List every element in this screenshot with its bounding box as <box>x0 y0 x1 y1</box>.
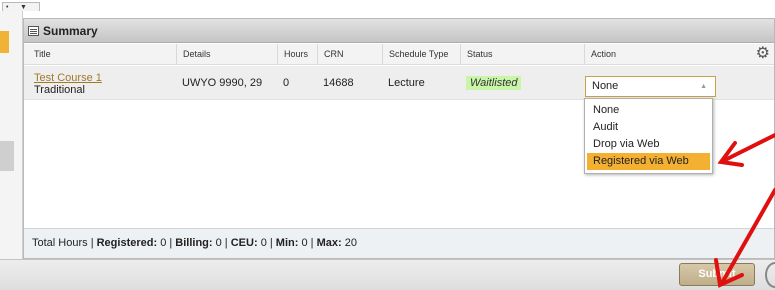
total-hours-label: Total Hours | <box>32 237 97 249</box>
chevron-up-icon: ▲ <box>700 83 707 90</box>
separator: | <box>266 237 276 249</box>
column-header-schedule-type[interactable]: Schedule Type <box>382 44 460 65</box>
action-select-value: None <box>592 80 619 92</box>
cell-details: UWYO 9990, 29 <box>182 77 263 89</box>
min-label: Min: <box>275 237 302 249</box>
bullet-icon: • <box>6 4 9 11</box>
ceu-label: CEU: <box>230 237 261 249</box>
total-hours-bar: Total Hours | Registered: 0 | Billing: 0… <box>24 228 774 258</box>
panel-header: Summary <box>24 19 774 43</box>
caret-down-icon[interactable]: ▼ <box>20 4 27 11</box>
gear-icon[interactable]: ⚙ <box>756 46 770 62</box>
column-header-action[interactable]: Action <box>584 44 734 65</box>
option-drop-via-web[interactable]: Drop via Web <box>585 136 712 153</box>
column-header-details[interactable]: Details <box>176 44 278 65</box>
option-registered-via-web[interactable]: Registered via Web <box>587 153 710 170</box>
panel-title: Summary <box>43 23 98 38</box>
column-header-status[interactable]: Status <box>460 44 584 65</box>
cell-hours: 0 <box>283 77 290 89</box>
submit-button[interactable]: Submit <box>679 263 755 286</box>
bottom-action-bar <box>0 259 775 290</box>
left-sidebar <box>0 11 23 261</box>
column-header-title[interactable]: Title <box>28 44 178 65</box>
mini-tab[interactable]: • ▼ <box>2 2 40 11</box>
column-header-crn[interactable]: CRN <box>317 44 382 65</box>
option-audit[interactable]: Audit <box>585 119 712 136</box>
sidebar-scroll-handle[interactable] <box>0 141 14 171</box>
course-subtitle: Traditional <box>34 84 85 96</box>
cell-title: Test Course 1 Traditional <box>28 66 176 100</box>
table-header: Title Details Hours CRN Schedule Type St… <box>24 44 774 65</box>
cell-schedule-type: Lecture <box>388 77 425 89</box>
separator: | <box>166 237 176 249</box>
max-value: 20 <box>344 237 357 249</box>
max-label: Max: <box>316 237 345 249</box>
registered-label: Registered: <box>96 237 161 249</box>
separator: | <box>307 237 317 249</box>
top-strip <box>0 0 775 11</box>
cell-status: Waitlisted <box>460 66 584 100</box>
course-link[interactable]: Test Course 1 <box>34 72 176 84</box>
billing-label: Billing: <box>175 237 216 249</box>
cell-crn: 14688 <box>323 77 354 89</box>
table-icon <box>28 25 39 36</box>
option-none[interactable]: None <box>585 102 712 119</box>
action-select[interactable]: None ▲ <box>585 76 716 97</box>
action-dropdown-list: None Audit Drop via Web Registered via W… <box>584 98 713 174</box>
separator: | <box>221 237 231 249</box>
sidebar-accent <box>0 31 9 53</box>
status-badge: Waitlisted <box>466 76 522 90</box>
column-header-hours[interactable]: Hours <box>277 44 317 65</box>
